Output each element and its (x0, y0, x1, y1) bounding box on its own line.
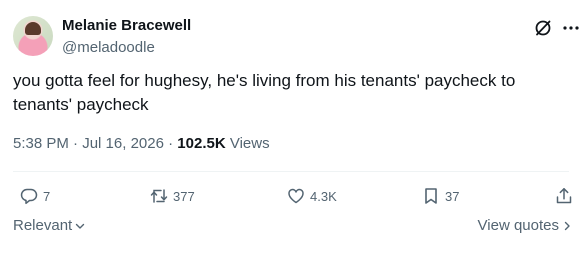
avatar[interactable] (13, 16, 53, 56)
repost-icon (150, 189, 168, 203)
bookmark-icon (425, 188, 437, 204)
bookmark-count: 37 (445, 188, 460, 204)
tweet-time[interactable]: 5:38 PM (13, 135, 69, 152)
view-quotes-label: View quotes (477, 217, 559, 234)
views-count: 102.5K (177, 135, 226, 152)
view-quotes-link[interactable]: View quotes (478, 217, 573, 234)
tweet-date[interactable]: Jul 16, 2026 (82, 135, 164, 152)
sort-label: Relevant (13, 217, 73, 234)
views-label: Views (225, 135, 270, 152)
meta-separator: · (68, 135, 83, 152)
repost-button[interactable]: 377 (149, 183, 195, 209)
tweet-footer: Relevant View quotes (13, 217, 579, 237)
grok-icon[interactable] (533, 18, 553, 38)
share-icon (556, 188, 572, 204)
reply-icon (20, 188, 38, 205)
author-handle[interactable]: @meladoodle (62, 39, 155, 56)
reply-button[interactable]: 7 (19, 183, 50, 209)
like-button[interactable]: 4.3K (286, 183, 337, 209)
bookmark-button[interactable]: 37 (421, 183, 459, 209)
chevron-down-icon (76, 223, 85, 229)
more-icon[interactable] (561, 18, 581, 38)
avatar-hair (25, 22, 41, 35)
tweet-header: Melanie Bracewell @meladoodle (13, 13, 579, 59)
share-button[interactable] (554, 183, 578, 209)
author-display-name[interactable]: Melanie Bracewell (62, 17, 191, 34)
like-count: 4.3K (310, 188, 337, 204)
reply-count: 7 (43, 188, 51, 204)
like-icon (288, 188, 304, 204)
sort-dropdown[interactable]: Relevant (13, 217, 86, 234)
divider (13, 171, 569, 172)
chevron-right-icon (564, 221, 570, 230)
tweet-text: you gotta feel for hughesy, he's living … (13, 71, 516, 114)
repost-count: 377 (173, 188, 195, 204)
tweet-meta: 5:38 PM · Jul 16, 2026 · 102.5K Views (13, 135, 270, 152)
action-bar: 7 377 4.3K 37 (13, 183, 579, 209)
meta-separator: · (163, 135, 178, 152)
